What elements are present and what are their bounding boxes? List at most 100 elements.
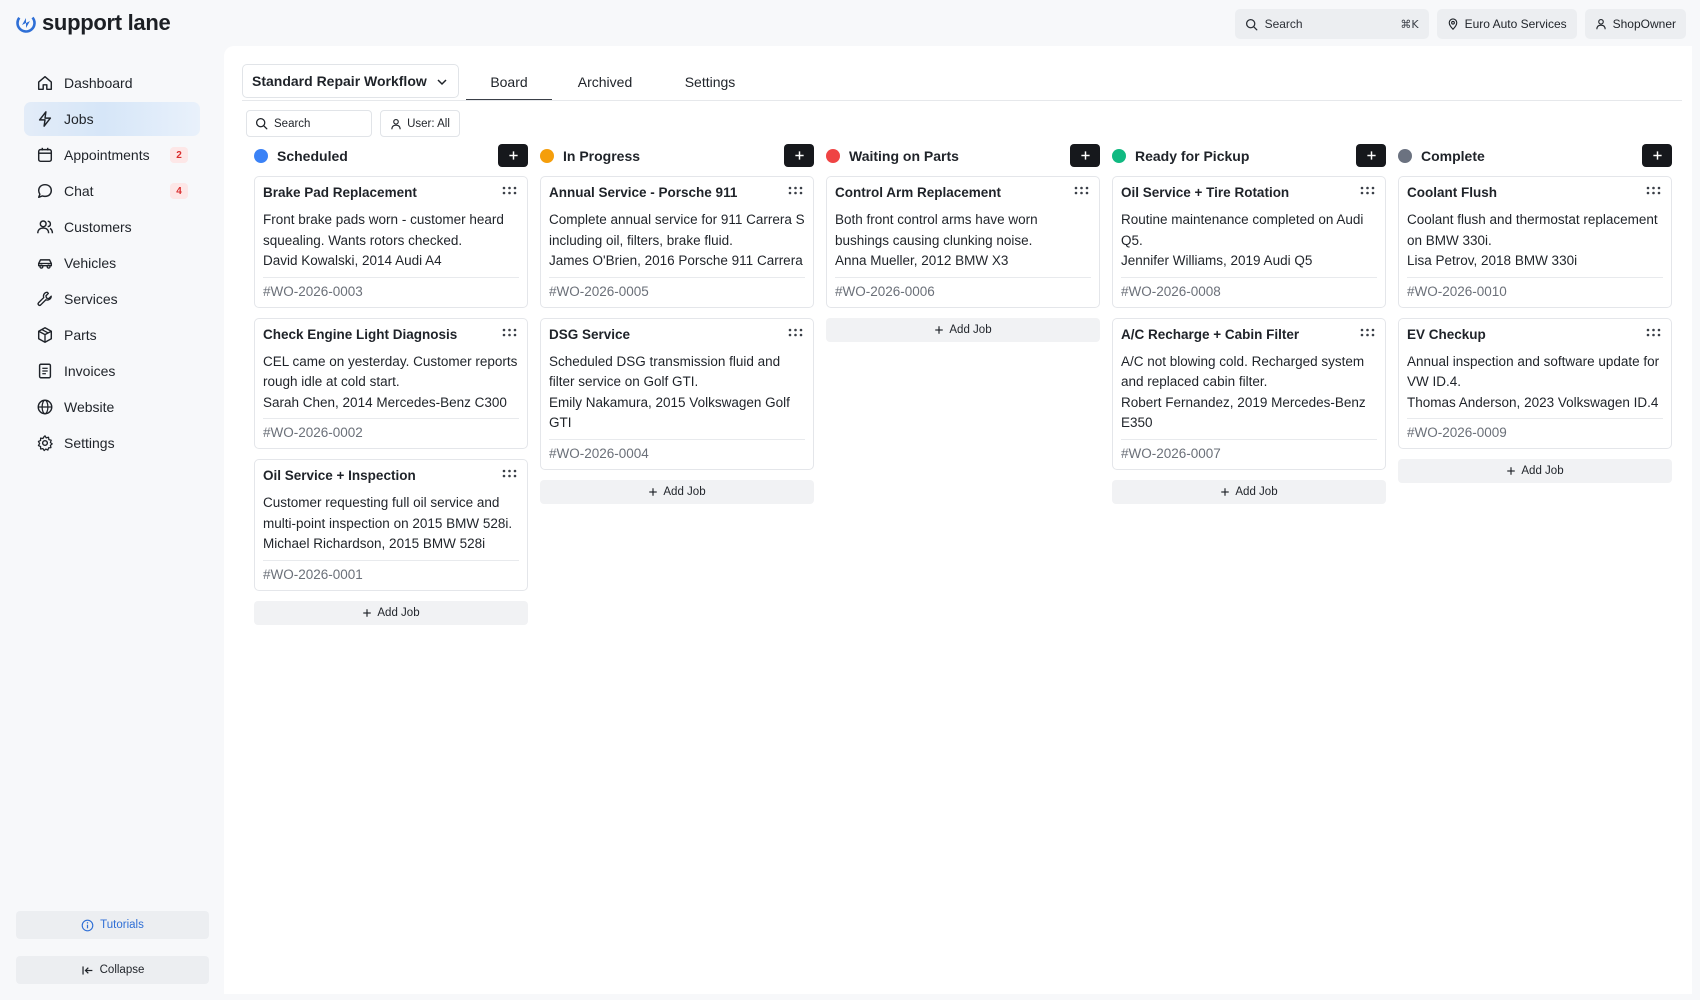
job-card-customer: Lisa Petrov, 2018 BMW 330i	[1407, 253, 1578, 268]
column-waiting-on-parts: Waiting on Parts Control Arm Replacement B…	[826, 144, 1100, 342]
card-divider	[549, 438, 805, 440]
job-card[interactable]: Oil Service + Inspection Customer request…	[254, 459, 528, 591]
user-filter-button[interactable]: User: All	[380, 110, 460, 137]
job-card[interactable]: Control Arm Replacement Both front contro…	[826, 176, 1100, 308]
job-card[interactable]: DSG Service Scheduled DSG transmission fl…	[540, 317, 814, 470]
card-list: Brake Pad Replacement Front brake pads wo…	[254, 176, 528, 591]
plus-icon	[1506, 466, 1516, 476]
add-job-button[interactable]: Add Job	[1398, 459, 1672, 483]
tab-settings[interactable]: Settings	[658, 64, 762, 101]
globe-icon	[37, 399, 53, 415]
add-job-label: Add Job	[1521, 465, 1564, 477]
sidebar-item-website[interactable]: Website	[24, 390, 210, 424]
sidebar-item-settings[interactable]: Settings	[24, 426, 210, 460]
column-add-button[interactable]	[498, 144, 528, 167]
sidebar-item-parts[interactable]: Parts	[24, 318, 210, 352]
column-title: Waiting on Parts	[849, 148, 959, 164]
column-title: Complete	[1421, 148, 1485, 164]
column-header: Scheduled	[254, 144, 528, 168]
location-selector[interactable]: Euro Auto Services	[1436, 9, 1577, 39]
job-card[interactable]: Brake Pad Replacement Front brake pads wo…	[254, 176, 528, 308]
job-card-id: #WO-2026-0007	[1121, 445, 1221, 461]
drag-handle-icon[interactable]	[1360, 186, 1375, 195]
card-list: Control Arm Replacement Both front contro…	[826, 176, 1100, 308]
job-card-customer: Michael Richardson, 2015 BMW 528i	[263, 536, 486, 551]
appointments-count-badge: 2	[170, 147, 188, 163]
logo-icon	[16, 13, 36, 33]
chat-count-badge: 4	[170, 183, 188, 199]
sidebar-item-services[interactable]: Services	[24, 282, 210, 316]
column-add-button[interactable]	[1642, 144, 1672, 167]
drag-handle-icon[interactable]	[1646, 328, 1661, 337]
tab-board[interactable]: Board	[466, 64, 552, 101]
job-card[interactable]: Annual Service - Porsche 911 Complete ann…	[540, 176, 814, 308]
column-title: Scheduled	[277, 148, 348, 164]
add-job-label: Add Job	[377, 606, 420, 619]
sidebar-item-invoices[interactable]: Invoices	[24, 354, 210, 388]
car-icon	[37, 259, 53, 269]
job-card-title: Oil Service + Inspection	[263, 468, 416, 483]
column-header: In Progress	[540, 144, 814, 168]
drag-handle-icon[interactable]	[1646, 186, 1661, 195]
sidebar-item-label: Website	[64, 399, 115, 415]
add-job-button[interactable]: Add Job	[540, 479, 814, 504]
tutorials-button[interactable]: Tutorials	[16, 911, 209, 939]
user-icon	[391, 118, 401, 129]
home-icon	[37, 75, 53, 91]
sidebar-item-label: Vehicles	[64, 255, 117, 271]
job-card-title: EV Checkup	[1407, 326, 1486, 342]
add-job-button[interactable]: Add Job	[254, 600, 528, 625]
column-scheduled: Scheduled Brake Pad Replacement Front brak…	[254, 144, 528, 625]
job-card-title: Coolant Flush	[1407, 185, 1497, 200]
job-card[interactable]: Check Engine Light Diagnosis CEL came on …	[254, 317, 528, 449]
drag-handle-icon[interactable]	[502, 469, 517, 478]
job-card-customer: Thomas Anderson, 2023 Volkswagen ID.4	[1407, 394, 1659, 410]
sidebar-item-appointments[interactable]: Appointments 2	[24, 138, 210, 172]
job-card[interactable]: EV Checkup Annual inspection and software…	[1398, 317, 1672, 449]
column-add-button[interactable]	[784, 144, 814, 167]
card-divider	[1407, 276, 1663, 278]
add-job-label: Add Job	[949, 323, 992, 336]
board-search-input[interactable]: Search	[246, 110, 372, 137]
drag-handle-icon[interactable]	[502, 328, 517, 337]
collapse-label: Collapse	[99, 964, 145, 976]
job-card-id: #WO-2026-0003	[263, 283, 363, 299]
workflow-select[interactable]: Standard Repair Workflow	[242, 64, 459, 98]
workflow-select-value: Standard Repair Workflow	[252, 73, 427, 89]
job-card-id: #WO-2026-0005	[549, 283, 649, 299]
drag-handle-icon[interactable]	[1074, 186, 1089, 195]
column-add-button[interactable]	[1070, 144, 1100, 167]
search-icon	[1245, 18, 1257, 30]
column-complete: Complete Coolant Flush Coolant flush and t…	[1398, 144, 1672, 483]
column-add-button[interactable]	[1356, 144, 1386, 167]
plus-icon	[648, 487, 658, 497]
job-card-id: #WO-2026-0010	[1407, 283, 1507, 299]
sidebar-item-chat[interactable]: Chat 4	[24, 174, 210, 208]
tab-archived[interactable]: Archived	[552, 64, 658, 101]
drag-handle-icon[interactable]	[788, 328, 803, 337]
add-job-button[interactable]: Add Job	[1112, 479, 1386, 504]
job-card[interactable]: A/C Recharge + Cabin Filter A/C not blowi…	[1112, 317, 1386, 470]
sidebar-item-dashboard[interactable]: Dashboard	[24, 66, 210, 100]
sidebar-item-vehicles[interactable]: Vehicles	[24, 246, 210, 280]
logo[interactable]: support lane	[16, 10, 171, 36]
user-icon	[1595, 18, 1606, 30]
card-divider	[1121, 276, 1377, 278]
card-divider	[1407, 418, 1663, 419]
add-job-button[interactable]: Add Job	[826, 317, 1100, 342]
collapse-button[interactable]: Collapse	[16, 956, 209, 984]
global-search[interactable]: Search ⌘K	[1234, 9, 1429, 39]
package-icon	[37, 327, 53, 343]
job-card-description: Annual inspection and software update fo…	[1407, 353, 1660, 390]
job-card-description: CEL came on yesterday. Customer reports …	[263, 353, 518, 390]
column-title: Ready for Pickup	[1135, 148, 1250, 164]
drag-handle-icon[interactable]	[502, 186, 517, 195]
drag-handle-icon[interactable]	[1360, 328, 1375, 337]
drag-handle-icon[interactable]	[788, 186, 803, 195]
job-card[interactable]: Oil Service + Tire Rotation Routine maint…	[1112, 176, 1386, 308]
user-menu[interactable]: ShopOwner	[1584, 9, 1686, 39]
job-card[interactable]: Coolant Flush Coolant flush and thermosta…	[1398, 176, 1672, 308]
plus-icon	[1652, 150, 1663, 161]
sidebar-item-jobs[interactable]: Jobs	[24, 102, 200, 136]
sidebar-item-customers[interactable]: Customers	[24, 210, 210, 244]
